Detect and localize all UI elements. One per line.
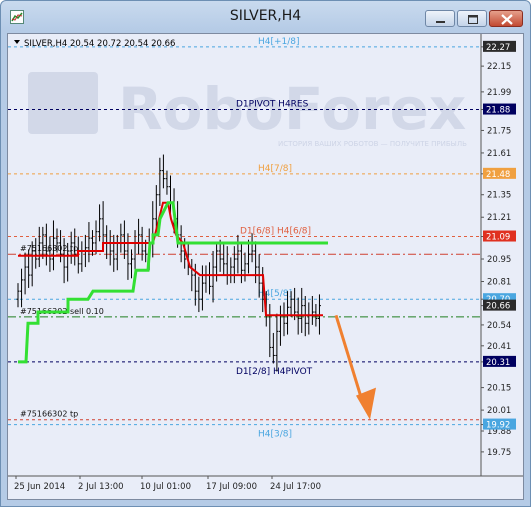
price-tick-label: 20.81 <box>487 278 511 288</box>
time-tick-label: 24 Jul 17:00 <box>270 482 321 492</box>
price-marker-label: 19.92 <box>486 421 510 431</box>
price-marker-label: 20.66 <box>486 302 510 312</box>
watermark-slogan: ИСТОРИЯ ВАШИХ РОБОТОВ — ПОЛУЧИТЕ ПРИБЫЛЬ <box>278 140 467 148</box>
minimize-icon <box>436 21 445 23</box>
price-tick-label: 20.95 <box>487 255 511 265</box>
chart-area[interactable]: RoboForex ИСТОРИЯ ВАШИХ РОБОТОВ — ПОЛУЧИТ… <box>7 33 524 500</box>
price-marker-label: 22.27 <box>486 43 510 53</box>
price-tick-label: 21.61 <box>487 149 511 159</box>
price-tick-label: 21.35 <box>487 191 511 201</box>
price-tick-label: 20.01 <box>487 406 511 416</box>
maximize-icon <box>468 15 478 24</box>
time-tick-label: 25 Jun 2014 <box>14 482 65 492</box>
price-tick-label: 20.15 <box>487 384 511 394</box>
maximize-button[interactable] <box>457 10 487 27</box>
time-tick-label: 17 Jul 09:00 <box>206 482 257 492</box>
price-tick-label: 21.99 <box>487 88 511 98</box>
level-label: H4[7/8] <box>258 164 292 174</box>
price-tick-label: 20.54 <box>487 321 511 331</box>
title-bar[interactable]: SILVER,H4 <box>1 1 530 33</box>
price-tick-label: 19.75 <box>487 448 511 458</box>
price-marker-label: 20.31 <box>486 358 510 368</box>
symbol-dropdown-icon[interactable] <box>14 40 20 44</box>
level-label: D1[2/8] H4PIVOT <box>236 367 313 377</box>
chart-window: SILVER,H4 RoboForex ИСТОРИЯ ВАШИХ РОБОТОВ… <box>0 0 531 507</box>
order-label: #75166302 tp <box>20 410 78 419</box>
price-tick-label: 20.41 <box>487 342 511 352</box>
forecast-arrow <box>334 314 365 405</box>
price-tick-label: 22.15 <box>487 62 511 72</box>
symbol-header: SILVER,H4 20.54 20.72 20.54 20.66 <box>24 39 175 49</box>
price-marker-label: 21.09 <box>486 233 510 243</box>
watermark-logo-mark <box>28 72 98 134</box>
close-icon <box>501 14 513 25</box>
level-label: H4[3/8] <box>258 430 292 440</box>
level-label: D1[6/8] H4[6/8] <box>240 227 311 237</box>
close-button[interactable] <box>489 10 523 27</box>
level-label: H4[+1/8] <box>258 37 300 47</box>
price-tick-label: 21.21 <box>487 213 511 223</box>
time-tick-label: 2 Jul 13:00 <box>78 482 124 492</box>
price-tick-label: 21.75 <box>487 126 511 136</box>
price-marker-label: 21.48 <box>486 170 510 180</box>
minimize-button[interactable] <box>425 10 455 27</box>
level-label: D1PIVOT H4RES <box>236 100 309 110</box>
price-chart[interactable]: RoboForexИСТОРИЯ ВАШИХ РОБОТОВ — ПОЛУЧИТ… <box>8 34 523 499</box>
price-marker-label: 21.88 <box>486 106 510 116</box>
time-tick-label: 10 Jul 01:00 <box>140 482 191 492</box>
